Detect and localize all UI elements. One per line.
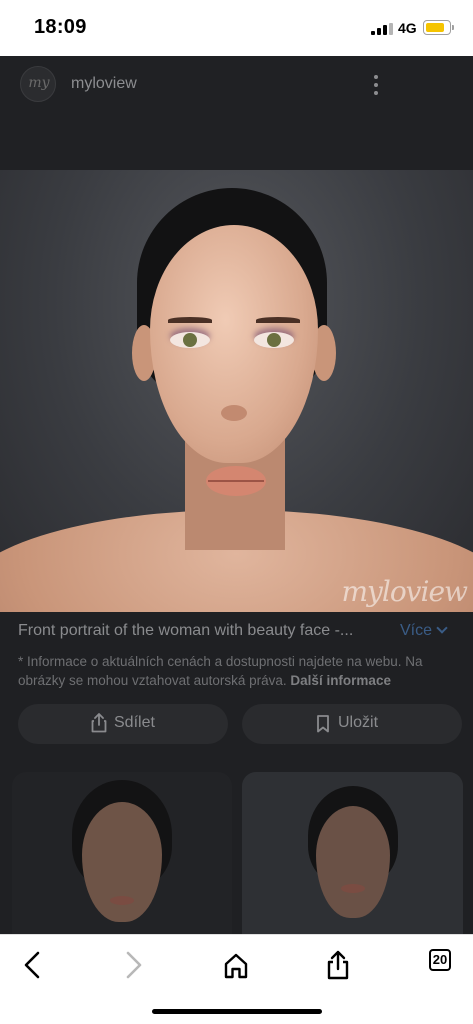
forward-arrow-icon[interactable]	[114, 947, 150, 983]
tabs-button[interactable]: 20	[429, 949, 465, 985]
more-link[interactable]: Více	[400, 622, 448, 640]
save-button[interactable]: Uložit	[242, 704, 462, 744]
result-header: my myloview	[0, 56, 473, 170]
site-name[interactable]: myloview	[71, 75, 137, 93]
share-icon	[91, 713, 107, 733]
site-avatar-text: my	[28, 75, 50, 91]
save-label: Uložit	[338, 714, 379, 731]
home-icon[interactable]	[218, 947, 254, 983]
back-arrow-icon[interactable]	[16, 947, 52, 983]
right-eye-shape	[254, 332, 294, 348]
chevron-down-icon	[436, 622, 448, 634]
image-title[interactable]: Front portrait of the woman with beauty …	[18, 622, 378, 640]
main-image[interactable]: myloview	[0, 170, 473, 612]
status-bar: 18:09 4G	[0, 0, 473, 56]
status-time: 18:09	[34, 16, 87, 38]
battery-tip	[452, 25, 454, 30]
network-type: 4G	[398, 20, 417, 36]
tab-count: 20	[429, 949, 451, 971]
home-indicator[interactable]	[152, 1009, 322, 1014]
share-button[interactable]: Sdílet	[18, 704, 228, 744]
image-watermark: myloview	[341, 575, 468, 608]
related-image-1[interactable]	[12, 772, 232, 934]
bookmark-icon	[317, 715, 329, 733]
share-page-icon[interactable]	[320, 947, 356, 983]
more-link-label: Více	[400, 622, 433, 639]
kebab-icon[interactable]	[366, 74, 386, 96]
left-brow-shape	[168, 317, 212, 323]
right-brow-shape	[256, 317, 300, 323]
nose-shape	[221, 405, 247, 421]
more-info-link[interactable]: Další informace	[290, 673, 391, 688]
signal-strength-icon	[371, 23, 393, 35]
left-eye-shape	[170, 332, 210, 348]
site-avatar[interactable]: my	[20, 66, 56, 102]
browser-toolbar: 20	[0, 934, 473, 1024]
battery-icon	[423, 20, 451, 35]
image-viewer-page: my myloview myloview Front portrait of t…	[0, 56, 473, 934]
related-image-2[interactable]	[242, 772, 463, 934]
copyright-disclaimer: * Informace o aktuálních cenách a dostup…	[18, 652, 448, 690]
lip-line	[208, 480, 264, 482]
share-label: Sdílet	[114, 714, 155, 731]
